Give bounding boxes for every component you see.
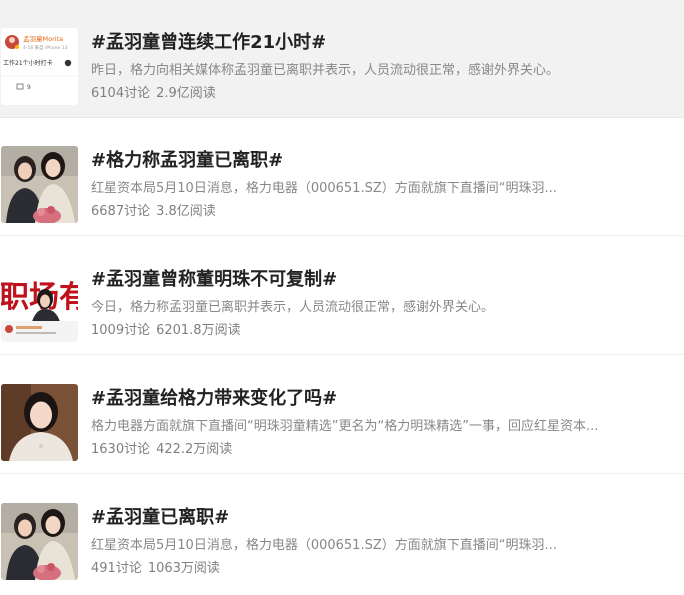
topic-thumbnail[interactable] [1, 146, 78, 223]
discussion-count: 491讨论 [91, 561, 142, 576]
discussion-count: 1009讨论 [91, 323, 151, 338]
discussion-count: 6687讨论 [91, 204, 151, 219]
topic-item[interactable]: 职场有 #孟羽童曾称董明珠不可复制# 今日，格力称孟羽童已离职并表示，人员流动很… [0, 237, 684, 355]
topic-summary: 红星资本局5月10日消息，格力电器（000651.SZ）方面就旗下直播间“明珠羽… [91, 181, 557, 196]
weibo-post-meta: 4-16 来自 iPhone 13 [23, 44, 68, 51]
two-people-photo [1, 503, 78, 580]
read-count: 1063万阅读 [147, 561, 220, 576]
weibo-username: 孟羽童Morita [23, 34, 63, 43]
repost-count: 9 [27, 84, 31, 91]
discussion-count: 1630讨论 [91, 442, 151, 457]
weibo-post-screenshot: 孟羽童Morita 4-16 来自 iPhone 13 工作21个小时打卡 9 [1, 28, 78, 105]
read-count: 2.9亿阅读 [156, 86, 216, 101]
topic-item[interactable]: 孟羽童Morita 4-16 来自 iPhone 13 工作21个小时打卡 9 … [0, 0, 684, 118]
topic-summary: 红星资本局5月10日消息，格力电器（000651.SZ）方面就旗下直播间“明珠羽… [91, 538, 557, 553]
topic-item[interactable]: #孟羽童已离职# 红星资本局5月10日消息，格力电器（000651.SZ）方面就… [0, 475, 684, 593]
topic-stats: 6104讨论 2.9亿阅读 [91, 86, 216, 102]
topic-summary: 昨日，格力向相关媒体称孟羽童已离职并表示，人员流动很正常，感谢外界关心。 [91, 63, 560, 78]
topic-title[interactable]: #孟羽童曾称董明珠不可复制# [91, 269, 337, 291]
topic-list: 孟羽童Morita 4-16 来自 iPhone 13 工作21个小时打卡 9 … [0, 0, 684, 595]
topic-title[interactable]: #孟羽童曾连续工作21小时# [91, 32, 326, 54]
read-count: 6201.8万阅读 [156, 323, 241, 338]
topic-thumbnail[interactable] [1, 503, 78, 580]
portrait-photo [1, 384, 78, 461]
topic-thumbnail[interactable] [1, 384, 78, 461]
topic-title[interactable]: #格力称孟羽童已离职# [91, 150, 283, 172]
topic-item[interactable]: #格力称孟羽童已离职# 红星资本局5月10日消息，格力电器（000651.SZ）… [0, 118, 684, 236]
read-count: 422.2万阅读 [156, 442, 233, 457]
red-banner-photo: 职场有 [1, 265, 78, 342]
two-people-photo [1, 146, 78, 223]
read-count: 3.8亿阅读 [156, 204, 216, 219]
topic-stats: 1630讨论 422.2万阅读 [91, 442, 232, 458]
topic-thumbnail[interactable]: 孟羽童Morita 4-16 来自 iPhone 13 工作21个小时打卡 9 [1, 28, 78, 105]
topic-item[interactable]: #孟羽童给格力带来变化了吗# 格力电器方面就旗下直播间“明珠羽童精选”更名为“格… [0, 356, 684, 474]
topic-summary: 格力电器方面就旗下直播间“明珠羽童精选”更名为“格力明珠精选”一事，回应红星资本… [91, 419, 599, 434]
topic-stats: 1009讨论 6201.8万阅读 [91, 323, 241, 339]
topic-summary: 今日，格力称孟羽童已离职并表示，人员流动很正常，感谢外界关心。 [91, 300, 495, 315]
emoji-icon [64, 59, 72, 67]
topic-title[interactable]: #孟羽童给格力带来变化了吗# [91, 388, 337, 410]
topic-thumbnail[interactable]: 职场有 [1, 265, 78, 342]
discussion-count: 6104讨论 [91, 86, 151, 101]
topic-title[interactable]: #孟羽童已离职# [91, 507, 229, 529]
topic-stats: 491讨论 1063万阅读 [91, 561, 220, 577]
topic-stats: 6687讨论 3.8亿阅读 [91, 204, 216, 220]
weibo-post-body: 工作21个小时打卡 [3, 59, 53, 67]
